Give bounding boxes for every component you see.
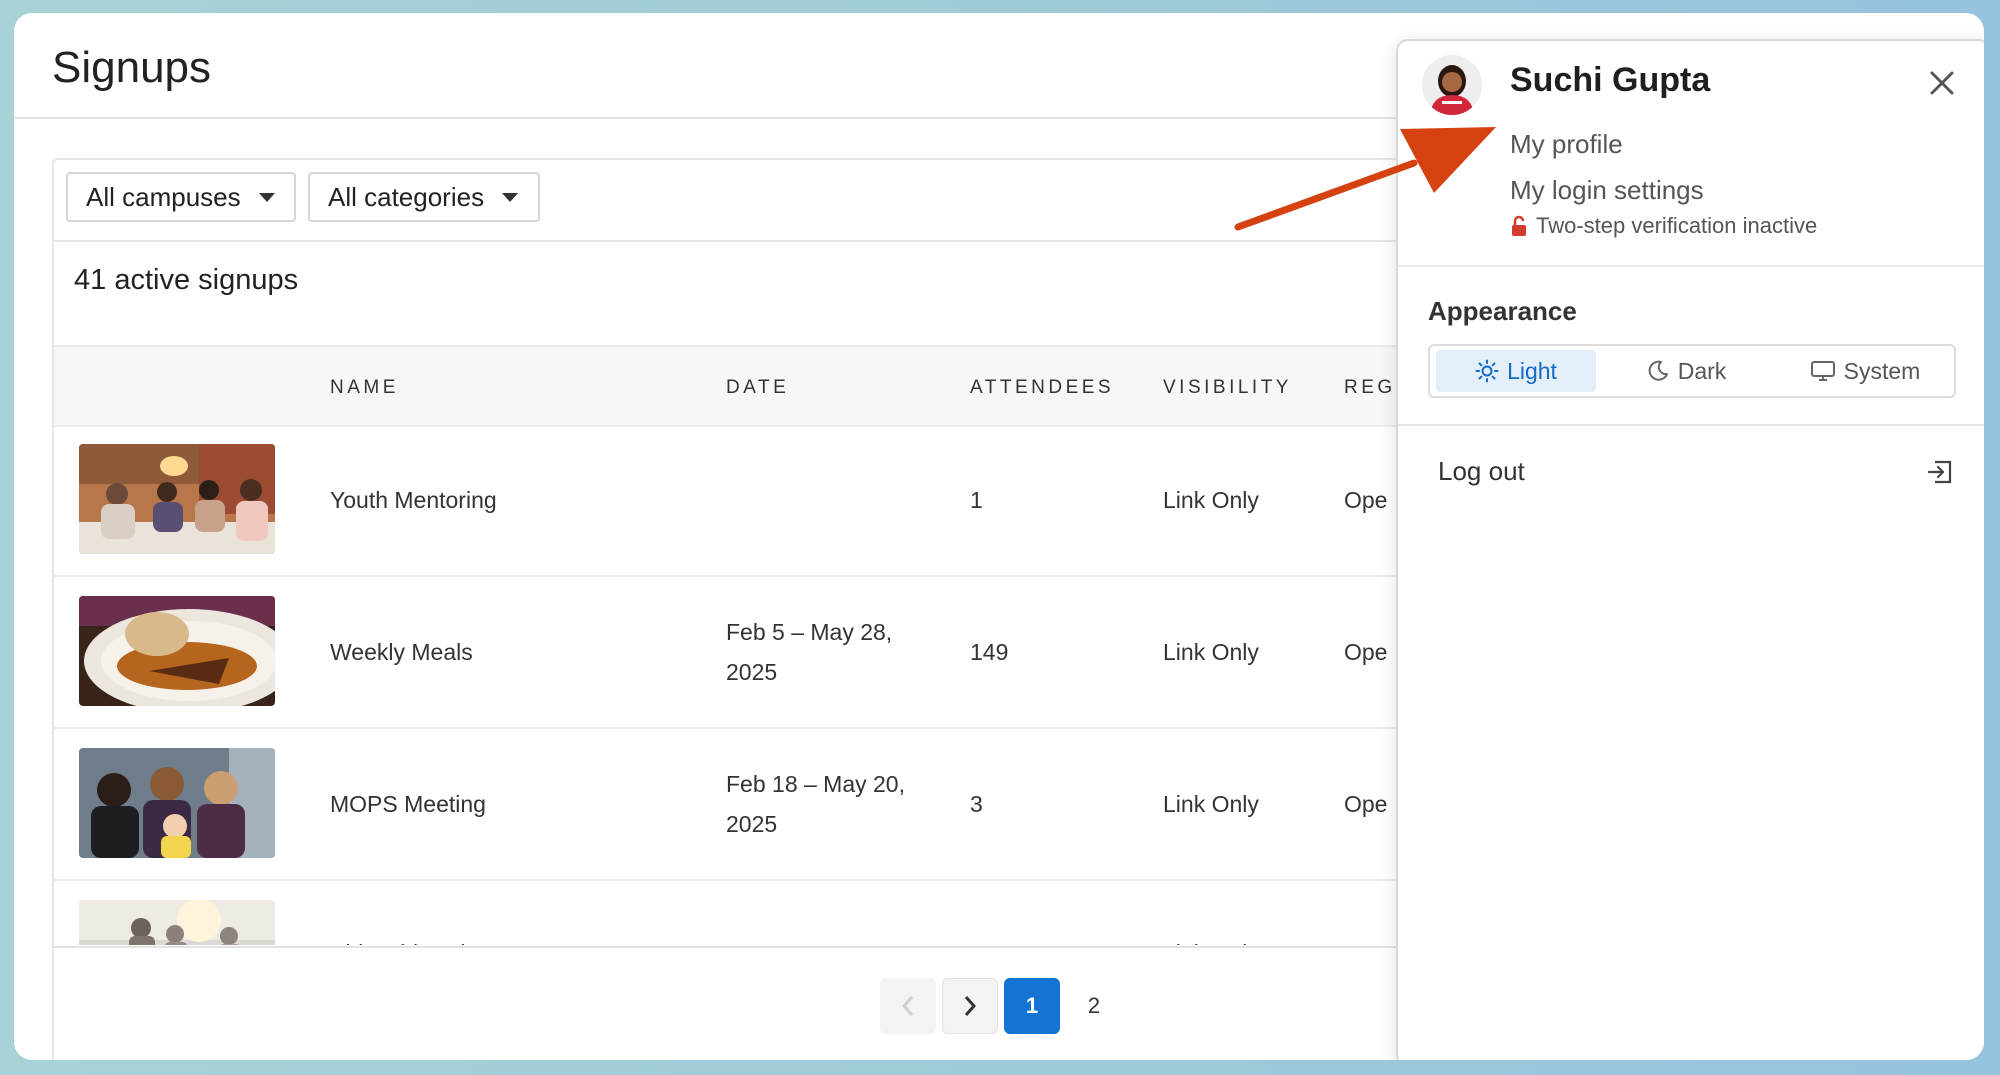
signup-visibility: Link Only <box>1163 933 1259 945</box>
signup-name[interactable]: Weekly Meals <box>330 632 473 672</box>
active-signups-count: 41 active signups <box>74 264 299 296</box>
column-header-date[interactable]: DATE <box>726 377 789 399</box>
appearance-system-label: System <box>1843 357 1921 384</box>
appearance-dark-label: Dark <box>1677 357 1727 384</box>
sun-icon <box>1475 359 1499 383</box>
signup-visibility: Link Only <box>1163 639 1259 665</box>
page-title: Signups <box>52 43 212 92</box>
campus-filter-dropdown[interactable]: All campuses <box>66 172 296 222</box>
column-header-name[interactable]: NAME <box>330 377 399 399</box>
moon-icon <box>1648 360 1668 381</box>
divider <box>1398 424 1984 426</box>
column-header-visibility[interactable]: VISIBILITY <box>1163 377 1292 399</box>
my-profile-link[interactable]: My profile <box>1510 129 1623 160</box>
annotation-arrow <box>1234 127 1496 231</box>
page-button-current[interactable]: 1 <box>1004 978 1060 1034</box>
column-header-registration[interactable]: REG <box>1344 377 1396 399</box>
monitor-icon <box>1810 361 1835 381</box>
signup-attendees: 149 <box>970 639 1009 665</box>
page-button-2[interactable]: 2 <box>1066 978 1122 1034</box>
category-filter-label: All categories <box>328 181 485 212</box>
signup-registration: Ope <box>1344 933 1387 945</box>
signup-attendees: 3 <box>970 791 983 817</box>
signup-date: Feb 5 – May 28, 2025 <box>726 619 893 685</box>
two-step-label: Two-step verification inactive <box>1536 213 1818 238</box>
chevron-right-icon <box>964 996 977 1016</box>
logout-icon[interactable] <box>1926 458 1954 486</box>
previous-page-button[interactable] <box>880 978 936 1034</box>
campus-filter-label: All campuses <box>86 181 241 212</box>
chevron-left-icon <box>901 996 914 1016</box>
appearance-heading: Appearance <box>1428 296 1577 326</box>
category-filter-dropdown[interactable]: All categories <box>308 172 540 222</box>
login-settings-link[interactable]: My login settings <box>1510 175 1704 206</box>
signup-visibility: Link Only <box>1163 791 1259 817</box>
next-page-button[interactable] <box>942 978 998 1034</box>
appearance-toggle: Light Dark System <box>1428 344 1956 398</box>
column-header-attendees[interactable]: ATTENDEES <box>970 377 1114 399</box>
signup-registration: Ope <box>1344 639 1388 665</box>
user-name: Suchi Gupta <box>1510 61 1711 99</box>
appearance-system-option[interactable]: System <box>1780 350 1950 392</box>
divider <box>1398 265 1984 267</box>
close-icon[interactable] <box>1926 67 1958 99</box>
signup-thumbnail[interactable] <box>79 596 275 706</box>
two-step-status[interactable]: Two-step verification inactive <box>1510 213 1817 239</box>
appearance-light-option[interactable]: Light <box>1436 350 1596 392</box>
logout-button[interactable]: Log out <box>1438 456 1525 487</box>
avatar[interactable] <box>1422 55 1482 115</box>
caret-down-icon <box>258 192 275 202</box>
app-window: Signups All campuses All categories 41 a… <box>14 13 1984 1060</box>
appearance-light-label: Light <box>1507 357 1557 384</box>
signup-date: Feb 18 – May 20, 2025 <box>726 771 905 837</box>
signup-name[interactable]: MOPS Meeting <box>330 784 486 824</box>
signup-name[interactable]: Youth Mentoring <box>330 480 497 520</box>
signup-attendees: 22 <box>970 933 996 945</box>
caret-down-icon <box>502 192 519 202</box>
appearance-dark-option[interactable]: Dark <box>1606 350 1766 392</box>
signup-date: Mar 5, 2025 <box>726 933 849 945</box>
signup-thumbnail[interactable] <box>79 748 275 858</box>
signup-thumbnail[interactable] <box>79 900 275 945</box>
signup-visibility: Link Only <box>1163 487 1259 513</box>
signup-registration: Ope <box>1344 487 1388 513</box>
signup-attendees: 1 <box>970 487 983 513</box>
signup-registration: Ope <box>1344 791 1388 817</box>
signup-name[interactable]: Kids Midweek <box>330 933 472 945</box>
signup-thumbnail[interactable] <box>79 444 275 554</box>
